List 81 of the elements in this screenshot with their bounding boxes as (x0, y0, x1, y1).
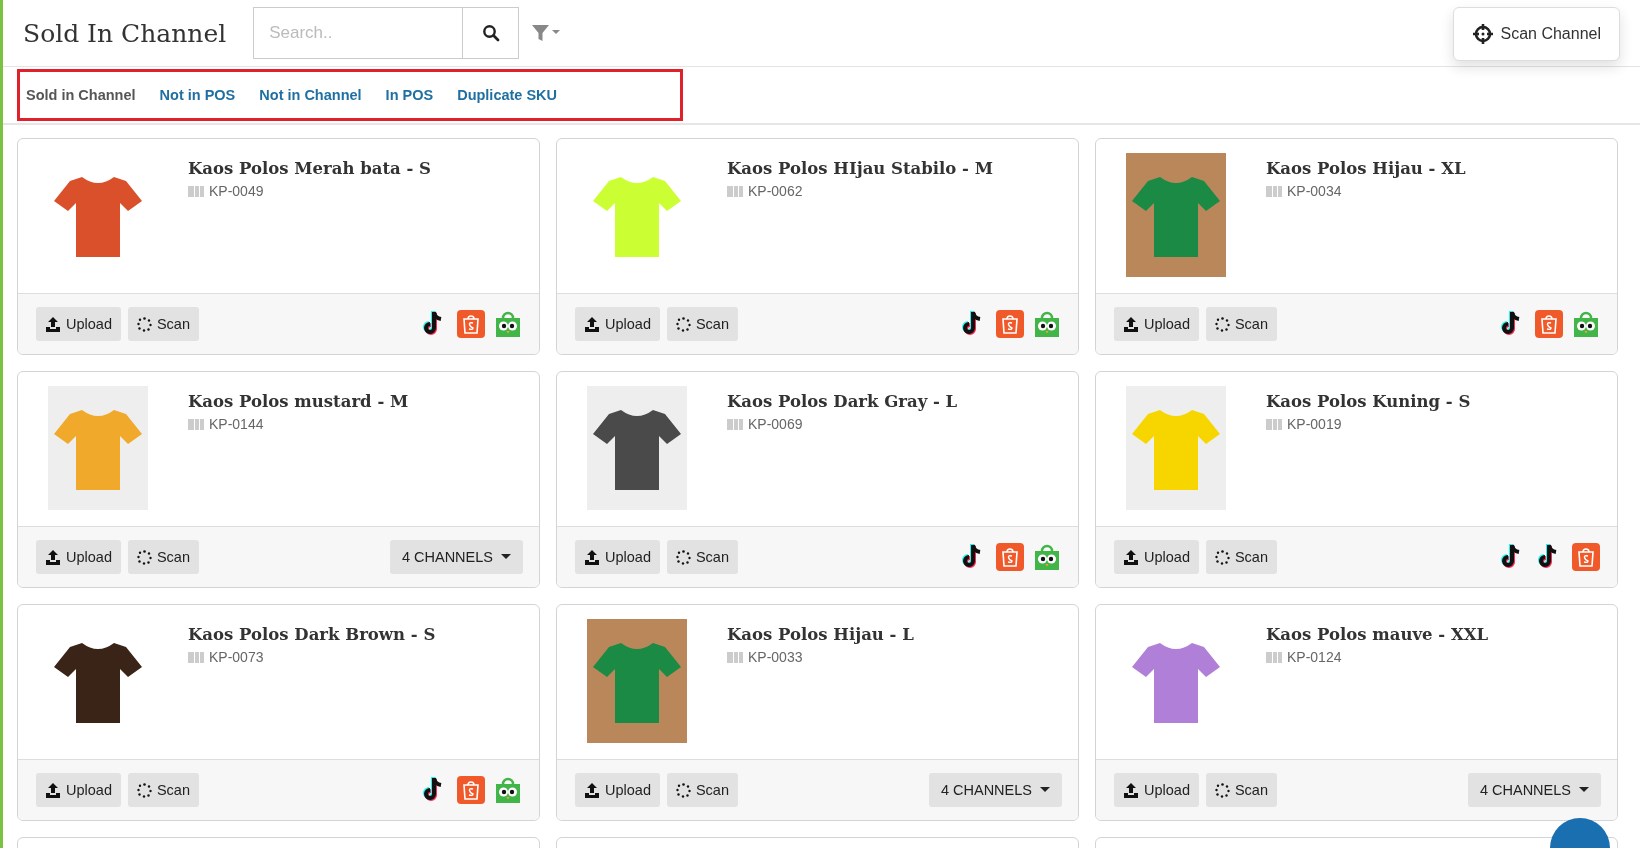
upload-icon (584, 316, 600, 332)
upload-button[interactable]: Upload (1114, 540, 1199, 574)
filter-tab[interactable]: Not in Channel (247, 87, 374, 103)
upload-icon (1123, 316, 1139, 332)
scan-button[interactable]: Scan (666, 773, 738, 807)
caret-icon (1579, 787, 1589, 793)
upload-icon (45, 316, 61, 332)
upload-button[interactable]: Upload (1114, 773, 1199, 807)
upload-button[interactable]: Upload (36, 307, 121, 341)
barcode-icon (1266, 418, 1282, 430)
scan-button[interactable]: Scan (127, 540, 199, 574)
upload-button[interactable]: Upload (1114, 307, 1199, 341)
upload-button[interactable]: Upload (575, 540, 660, 574)
product-sku: KP-0069 (748, 416, 803, 432)
product-name: Kaos Polos HIjau Stabilo - M (727, 159, 993, 178)
search-field[interactable]: Search.. (253, 7, 464, 59)
search-icon (481, 24, 500, 42)
dotted-circle-icon (675, 316, 691, 332)
scan-button[interactable]: Scan (127, 307, 199, 341)
product-name: Kaos Polos Dark Brown - S (188, 625, 436, 644)
product-name: Kaos Polos Dark Gray - L (727, 392, 958, 411)
scan-button[interactable]: Scan (666, 307, 738, 341)
upload-icon (1123, 549, 1139, 565)
channels-dropdown[interactable]: 4 CHANNELS (928, 773, 1062, 807)
barcode-icon (1266, 651, 1282, 663)
barcode-icon (188, 185, 204, 197)
scan-button[interactable]: Scan (1205, 307, 1277, 341)
dotted-circle-icon (136, 549, 152, 565)
channels-dropdown[interactable]: 4 CHANNELS (1467, 773, 1601, 807)
upload-icon (1123, 782, 1139, 798)
upload-icon (45, 549, 61, 565)
barcode-icon (727, 418, 743, 430)
scan-button[interactable]: Scan (127, 773, 199, 807)
filter-tab[interactable]: Duplicate SKU (445, 87, 570, 103)
product-sku: KP-0019 (1287, 416, 1342, 432)
filter-tab[interactable]: Not in POS (147, 87, 248, 103)
barcode-icon (188, 651, 204, 663)
product-name: Kaos Polos Hijau - XL (1266, 159, 1466, 178)
scan-channel-button[interactable]: Scan Channel (1453, 7, 1620, 61)
dotted-circle-icon (1214, 316, 1230, 332)
barcode-icon (727, 185, 743, 197)
product-sku: KP-0124 (1287, 649, 1342, 665)
scan-button[interactable]: Scan (1205, 540, 1277, 574)
dotted-circle-icon (675, 549, 691, 565)
upload-button[interactable]: Upload (36, 540, 121, 574)
upload-button[interactable]: Upload (575, 307, 660, 341)
upload-button[interactable]: Upload (36, 773, 121, 807)
product-name: Kaos Polos Kuning - S (1266, 392, 1471, 411)
upload-button[interactable]: Upload (575, 773, 660, 807)
dotted-circle-icon (1214, 549, 1230, 565)
filter-tab[interactable]: In POS (373, 87, 446, 103)
scan-button[interactable]: Scan (1205, 773, 1277, 807)
product-sku: KP-0034 (1287, 183, 1342, 199)
product-sku: KP-0049 (209, 183, 264, 199)
page-title: Sold In Channel (23, 18, 227, 48)
search-button[interactable] (463, 7, 520, 59)
dotted-circle-icon (675, 782, 691, 798)
caret-icon (1040, 787, 1050, 793)
channels-dropdown[interactable]: 4 CHANNELS (389, 540, 523, 574)
upload-icon (584, 549, 600, 565)
scan-button[interactable]: Scan (666, 540, 738, 574)
product-name: Kaos Polos Merah bata - S (188, 159, 432, 178)
barcode-icon (1266, 185, 1282, 197)
product-sku: KP-0144 (209, 416, 264, 432)
dotted-circle-icon (136, 782, 152, 798)
barcode-icon (727, 651, 743, 663)
product-name: Kaos Polos Hijau - L (727, 625, 914, 644)
upload-icon (45, 782, 61, 798)
caret-icon (501, 554, 511, 560)
upload-icon (584, 782, 600, 798)
dotted-circle-icon (1214, 782, 1230, 798)
product-sku: KP-0062 (748, 183, 803, 199)
barcode-icon (188, 418, 204, 430)
dotted-circle-icon (136, 316, 152, 332)
product-name: Kaos Polos mauve - XXL (1266, 625, 1489, 644)
product-name: Kaos Polos mustard - M (188, 392, 409, 411)
filter-tab[interactable]: Sold in Channel (26, 87, 148, 103)
product-sku: KP-0073 (209, 649, 264, 665)
product-sku: KP-0033 (748, 649, 803, 665)
crosshair-icon (1472, 23, 1495, 45)
filter-icon (531, 23, 562, 43)
